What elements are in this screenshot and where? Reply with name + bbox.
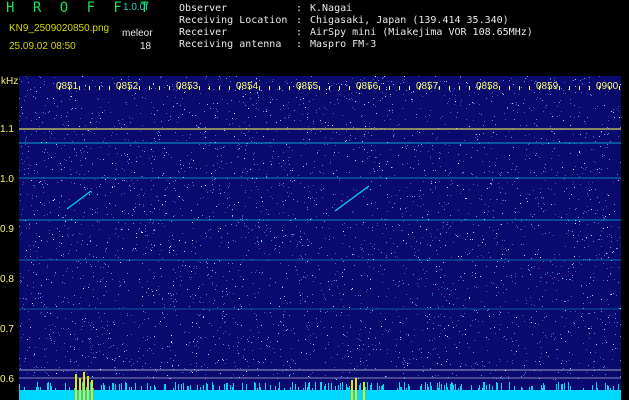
freq-label: 0.8 (0, 274, 14, 285)
freq-label: 0.6 (0, 374, 14, 385)
time-label: 0855 (296, 81, 319, 92)
time-label: 0900 (596, 81, 619, 92)
info-value: Maspro FM-3 (310, 39, 377, 50)
info-key: Receiver (179, 27, 228, 38)
file-name: KN9_2509020850.png (9, 23, 110, 34)
time-label: 0853 (176, 81, 199, 92)
info-separator: : (296, 15, 303, 26)
freq-label: 1.1 (0, 124, 14, 135)
station-info: Observer : K.Nagai Receiving Location : … (179, 3, 533, 51)
time-label: 0859 (536, 81, 559, 92)
freq-label: 0.7 (0, 324, 14, 335)
info-key: Receiving antenna (179, 39, 282, 50)
info-key: Observer (179, 3, 228, 14)
time-label: 0854 (236, 81, 259, 92)
time-label: 0858 (476, 81, 499, 92)
spectrogram-plot (19, 76, 621, 400)
mode-label: meleor (122, 28, 153, 39)
info-value: Chigasaki, Japan (139.414 35.340) (310, 15, 509, 26)
time-label: 0857 (416, 81, 439, 92)
freq-label: 0.9 (0, 224, 14, 235)
header-panel: H R O F F T 1.0.0f KN9_2509020850.png 25… (0, 0, 629, 76)
frequency-unit-label: kHz (1, 76, 19, 87)
time-label: 0851 (56, 81, 79, 92)
mode-value: 18 (140, 41, 152, 52)
info-row-receiver: Receiver : AirSpy mini (Miakejima VOR 10… (179, 27, 533, 39)
info-separator: : (296, 27, 303, 38)
bottom-band (19, 390, 621, 400)
time-label: 0852 (116, 81, 139, 92)
spectrogram-svg (19, 76, 621, 400)
info-value: AirSpy mini (Miakejima VOR 108.65MHz) (310, 27, 533, 38)
info-row-observer: Observer : K.Nagai (179, 3, 533, 15)
info-separator: : (296, 39, 303, 50)
time-label: 0856 (356, 81, 379, 92)
info-value: K.Nagai (310, 3, 353, 14)
info-row-location: Receiving Location : Chigasaki, Japan (1… (179, 15, 533, 27)
info-separator: : (296, 3, 303, 14)
info-key: Receiving Location (179, 15, 288, 26)
info-row-antenna: Receiving antenna : Maspro FM-3 (179, 39, 533, 51)
version-label: 1.0.0f (123, 2, 149, 13)
freq-label: 1.0 (0, 174, 14, 185)
date-time: 25.09.02 08:50 (9, 41, 76, 52)
